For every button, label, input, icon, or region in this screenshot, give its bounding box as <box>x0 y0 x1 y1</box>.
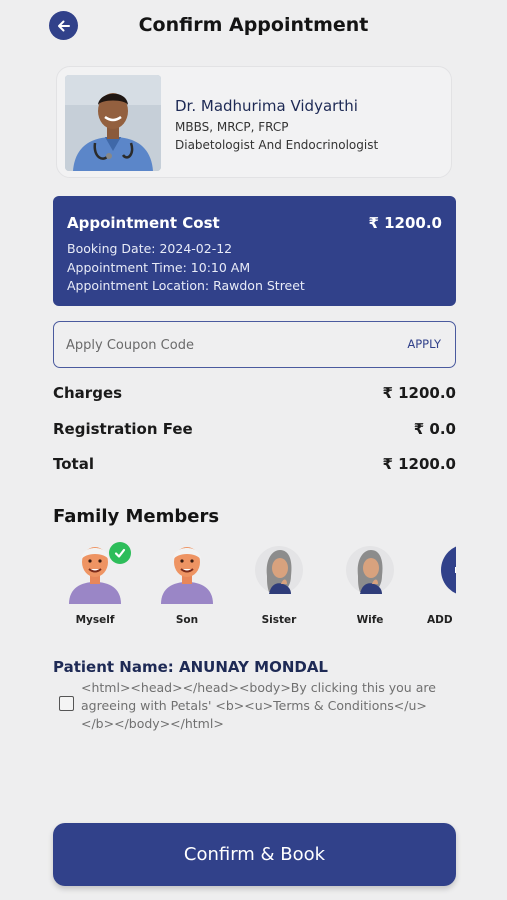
member-name: Myself <box>75 614 115 626</box>
total-label: Total <box>53 455 94 473</box>
appointment-location: Appointment Location: Rawdon Street <box>67 278 305 293</box>
family-members-list[interactable]: Myself Son Sister Wife ADD <box>53 540 456 640</box>
apply-coupon-button[interactable]: APPLY <box>407 337 441 351</box>
selected-check-icon <box>109 542 131 564</box>
family-members-title: Family Members <box>53 506 220 527</box>
cost-label: Appointment Cost <box>67 214 220 232</box>
terms-checkbox[interactable] <box>59 696 74 711</box>
appointment-time: Appointment Time: 10:10 AM <box>67 260 251 275</box>
doctor-name: Dr. Madhurima Vidyarthi <box>175 97 358 115</box>
add-member-button[interactable]: ADD NEW <box>421 540 456 636</box>
patient-name-value: ANUNAY MONDAL <box>178 658 328 676</box>
registration-fee-value: ₹ 0.0 <box>413 420 456 438</box>
charges-row: Charges ₹ 1200.0 <box>53 384 456 406</box>
appointment-cost-card: Appointment Cost ₹ 1200.0 Booking Date: … <box>53 196 456 306</box>
terms-text: <html><head></head><body>By clicking thi… <box>81 680 436 731</box>
doctor-degree: MBBS, MRCP, FRCP <box>175 120 289 134</box>
member-sister[interactable]: Sister <box>239 540 319 636</box>
member-name: ADD NEW <box>427 614 456 626</box>
woman-avatar-icon <box>346 546 394 594</box>
woman-avatar-icon <box>255 546 303 594</box>
member-name: Son <box>175 614 199 626</box>
registration-fee-row: Registration Fee ₹ 0.0 <box>53 420 456 442</box>
coupon-input[interactable] <box>66 335 366 355</box>
confirm-book-button[interactable]: Confirm & Book <box>53 823 456 886</box>
booking-date: Booking Date: 2024-02-12 <box>67 241 233 256</box>
header: Confirm Appointment <box>0 0 507 52</box>
member-wife[interactable]: Wife <box>330 540 410 636</box>
member-myself[interactable]: Myself <box>55 540 135 636</box>
page-title: Confirm Appointment <box>138 14 369 36</box>
coupon-box: APPLY <box>53 321 456 368</box>
patient-name-label: Patient Name: <box>53 658 174 676</box>
doctor-photo <box>65 75 161 171</box>
charges-label: Charges <box>53 384 123 402</box>
member-name: Sister <box>261 614 297 626</box>
patient-name: Patient Name: ANUNAY MONDAL <box>53 658 328 676</box>
member-son[interactable]: Son <box>147 540 227 636</box>
registration-fee-label: Registration Fee <box>53 420 193 438</box>
charges-value: ₹ 1200.0 <box>382 384 456 402</box>
man-avatar-icon <box>161 547 213 604</box>
total-value: ₹ 1200.0 <box>382 455 456 473</box>
cost-value: ₹ 1200.0 <box>368 214 442 232</box>
member-name: Wife <box>356 614 384 626</box>
total-row: Total ₹ 1200.0 <box>53 455 456 477</box>
add-icon <box>441 546 456 594</box>
doctor-specialization: Diabetologist And Endocrinologist <box>175 138 379 152</box>
doctor-card: Dr. Madhurima Vidyarthi MBBS, MRCP, FRCP… <box>56 66 452 178</box>
